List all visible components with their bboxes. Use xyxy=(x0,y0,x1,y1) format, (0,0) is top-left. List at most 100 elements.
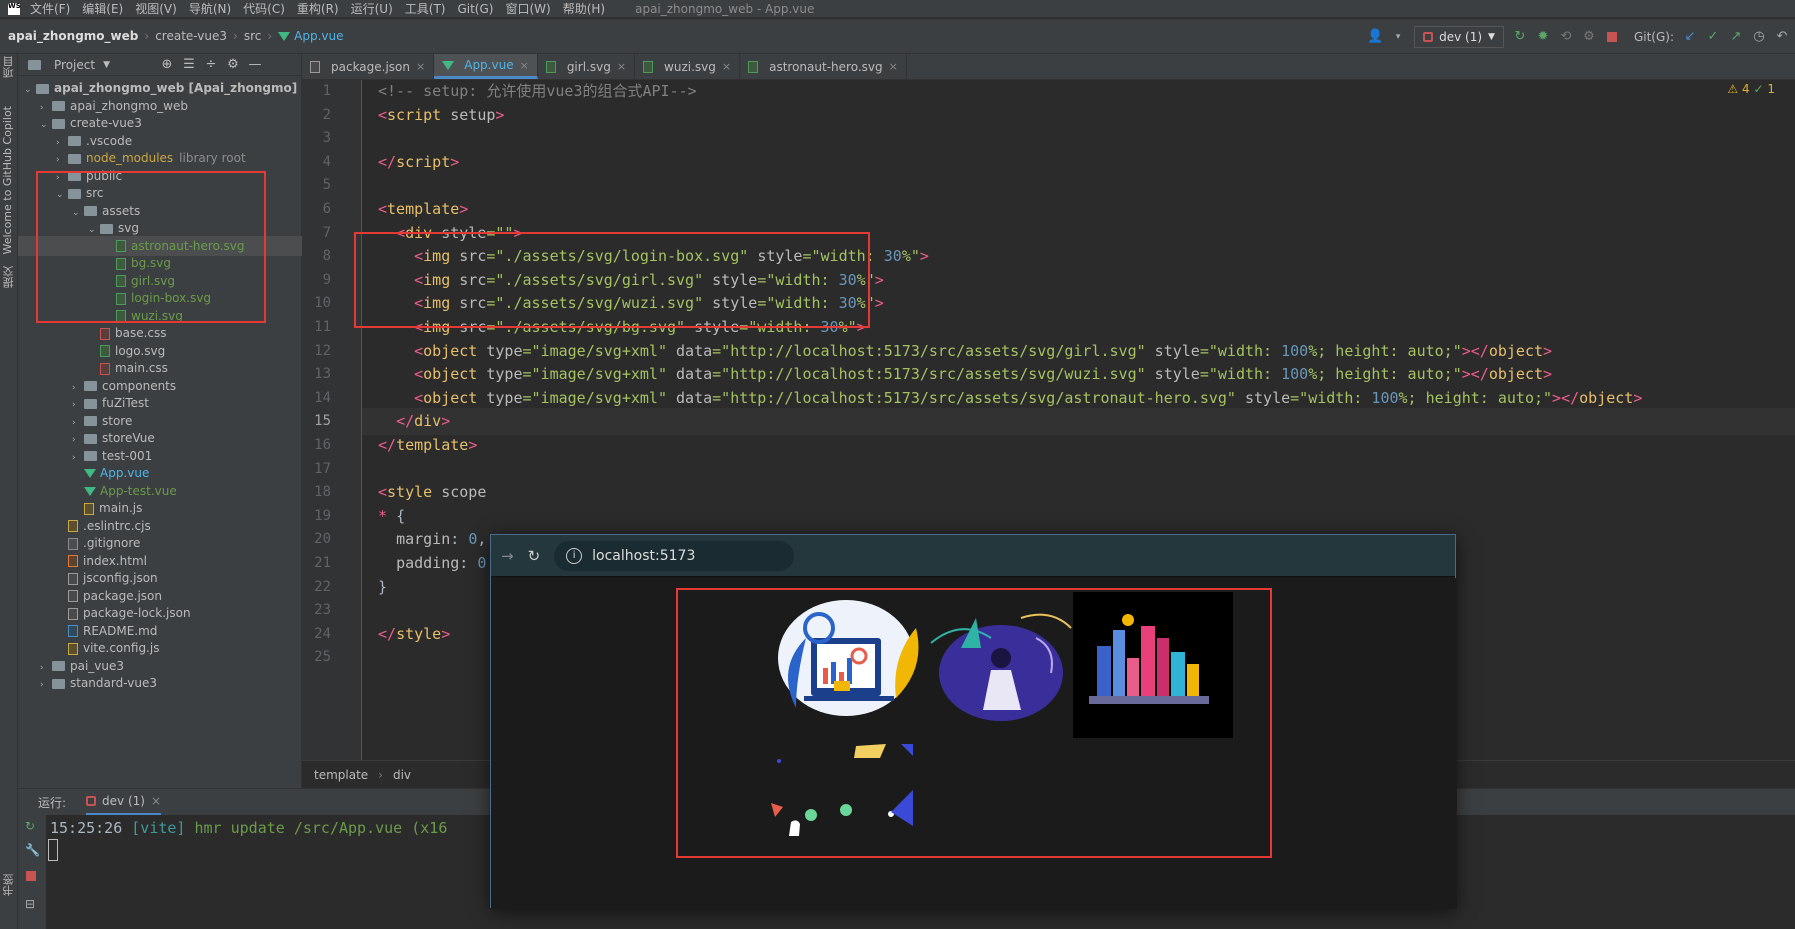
tree-item-label: test-001 xyxy=(102,448,153,463)
code-token: * xyxy=(378,506,397,525)
crumb-project[interactable]: apai_zhongmo_web xyxy=(8,29,138,43)
history-icon[interactable]: ◷ xyxy=(1752,29,1766,44)
code-token: , xyxy=(477,530,487,549)
code-line: </template> xyxy=(378,432,477,459)
info-icon[interactable]: i xyxy=(566,547,583,564)
menu-item[interactable]: 导航(N) xyxy=(189,2,231,16)
rerun-icon[interactable]: ↻ xyxy=(25,819,35,833)
crumb-src[interactable]: src xyxy=(244,29,262,43)
code-token: setup xyxy=(450,105,496,124)
editor-tab[interactable]: App.vue × xyxy=(434,54,538,79)
tree-item-suffix: library root xyxy=(179,151,246,165)
vue-file-icon xyxy=(278,31,291,41)
terminal-cursor[interactable] xyxy=(48,839,58,861)
code-token: ></ xyxy=(1552,388,1580,407)
folder-icon xyxy=(36,83,49,94)
gear-icon[interactable]: ⚙ xyxy=(226,57,240,72)
crumb-app-vue[interactable]: App.vue xyxy=(294,29,343,43)
editor-tab-label: girl.svg xyxy=(566,59,611,74)
code-token: > xyxy=(919,247,929,266)
project-panel: Project ▼ ⊕ ☰ ÷ ⚙ — ⌄ apai_zhongmo_web [A… xyxy=(18,54,321,788)
current-line-highlight xyxy=(362,408,1795,436)
editor-tab[interactable]: wuzi.svg × xyxy=(635,54,741,79)
collapse-all-icon[interactable]: ÷ xyxy=(204,57,218,72)
tree-item-label: node_modules xyxy=(86,151,174,165)
git-commit-icon[interactable]: ✓ xyxy=(1706,29,1720,44)
close-icon[interactable]: × xyxy=(617,60,626,73)
close-icon[interactable]: × xyxy=(520,59,529,72)
rerun-icon[interactable]: ↻ xyxy=(1513,29,1527,44)
menu-item[interactable]: 工具(T) xyxy=(405,2,446,16)
pin-icon[interactable]: ⊟ xyxy=(25,897,35,911)
commit-tool-tab[interactable]: 提交 xyxy=(1,266,17,288)
code-line: </script> xyxy=(378,149,459,176)
forward-icon[interactable]: → xyxy=(501,547,514,565)
tree-item-label: vite.config.js xyxy=(83,641,160,655)
user-icon[interactable]: 👤 xyxy=(1367,29,1383,44)
code-token: </ xyxy=(378,624,397,643)
crumb-create-vue3[interactable]: create-vue3 xyxy=(155,29,227,43)
code-token: < xyxy=(378,105,388,124)
tree-item[interactable]: › standard-vue3 xyxy=(18,673,302,693)
code-token: 100 xyxy=(1281,341,1309,360)
code-token: 100 xyxy=(1281,365,1309,384)
code-token: object xyxy=(423,365,487,384)
menu-item[interactable]: 运行(U) xyxy=(351,2,393,16)
editor-tab[interactable]: package.json × xyxy=(302,54,435,79)
chevron-right-icon[interactable]: › xyxy=(40,675,52,695)
close-icon[interactable]: × xyxy=(416,60,425,73)
close-icon[interactable]: × xyxy=(889,60,898,73)
folder-icon xyxy=(84,451,97,461)
stop-icon[interactable] xyxy=(26,871,36,881)
locate-icon[interactable]: ⊕ xyxy=(160,57,174,72)
address-bar[interactable]: i localhost:5173 xyxy=(554,540,795,571)
editor-tab[interactable]: girl.svg × xyxy=(538,54,636,79)
reload-icon[interactable]: ↻ xyxy=(528,547,541,565)
highlight-box-svg-folder xyxy=(36,171,266,323)
menu-item[interactable]: 帮助(H) xyxy=(563,2,605,16)
close-icon[interactable]: × xyxy=(151,794,161,808)
tree-item-label: logo.svg xyxy=(115,343,166,358)
bookmarks-tool-tab[interactable]: 书签 xyxy=(1,874,17,896)
rollback-icon[interactable]: ↶ xyxy=(1775,29,1789,44)
coverage-icon[interactable]: ⟲ xyxy=(1559,29,1573,44)
menu-item[interactable]: 重构(R) xyxy=(297,2,339,16)
git-update-icon[interactable]: ↙ xyxy=(1683,29,1697,44)
run-tab[interactable]: dev (1) × xyxy=(86,789,162,815)
project-panel-header: Project ▼ ⊕ ☰ ÷ ⚙ — xyxy=(18,54,301,76)
menu-item[interactable]: 编辑(E) xyxy=(82,2,123,16)
crumb-div[interactable]: div xyxy=(393,768,411,782)
close-icon[interactable]: × xyxy=(722,60,731,73)
menu-item[interactable]: Git(G) xyxy=(457,2,493,16)
wrench-icon[interactable]: 🔧 xyxy=(25,843,40,857)
chevron-down-icon[interactable]: ▾ xyxy=(1391,30,1405,44)
inspection-widget[interactable]: ⚠ 4 ✓ 1 xyxy=(1727,82,1775,96)
code-token: 100 xyxy=(1371,388,1399,407)
project-tool-tab[interactable]: 项目 xyxy=(1,56,17,78)
vue-file-icon xyxy=(442,60,455,70)
editor-tab[interactable]: astronaut-hero.svg × xyxy=(740,54,907,79)
copilot-tool-tab[interactable]: Welcome to GitHub Copilot xyxy=(1,106,14,255)
expand-all-icon[interactable]: ☰ xyxy=(182,57,196,72)
code-token: > xyxy=(1543,365,1553,384)
code-token: 0 xyxy=(468,530,478,549)
chevron-down-icon[interactable]: ▼ xyxy=(103,60,110,70)
hide-panel-icon[interactable]: — xyxy=(248,57,262,72)
run-config-select[interactable]: dev (1) ▼ xyxy=(1414,25,1504,48)
menu-item[interactable]: 窗口(W) xyxy=(505,2,550,16)
menu-item[interactable]: 文件(F) xyxy=(30,2,70,16)
code-token: object xyxy=(423,388,487,407)
folder-icon xyxy=(52,118,65,129)
attach-icon[interactable]: ⚙ xyxy=(1582,29,1596,44)
menu-item[interactable]: 视图(V) xyxy=(135,2,177,16)
debug-icon[interactable]: ✹ xyxy=(1536,29,1550,44)
project-view-select[interactable]: Project xyxy=(54,58,95,72)
crumb-template[interactable]: template xyxy=(314,768,368,782)
code-line: padding: 0 xyxy=(378,550,486,577)
log-message: hmr update /src/App.vue (x16 xyxy=(185,819,448,837)
menu-item[interactable]: 代码(C) xyxy=(243,2,285,16)
stop-icon[interactable] xyxy=(1605,30,1619,44)
git-push-icon[interactable]: ↗ xyxy=(1729,29,1743,44)
code-token: > xyxy=(1543,341,1553,360)
